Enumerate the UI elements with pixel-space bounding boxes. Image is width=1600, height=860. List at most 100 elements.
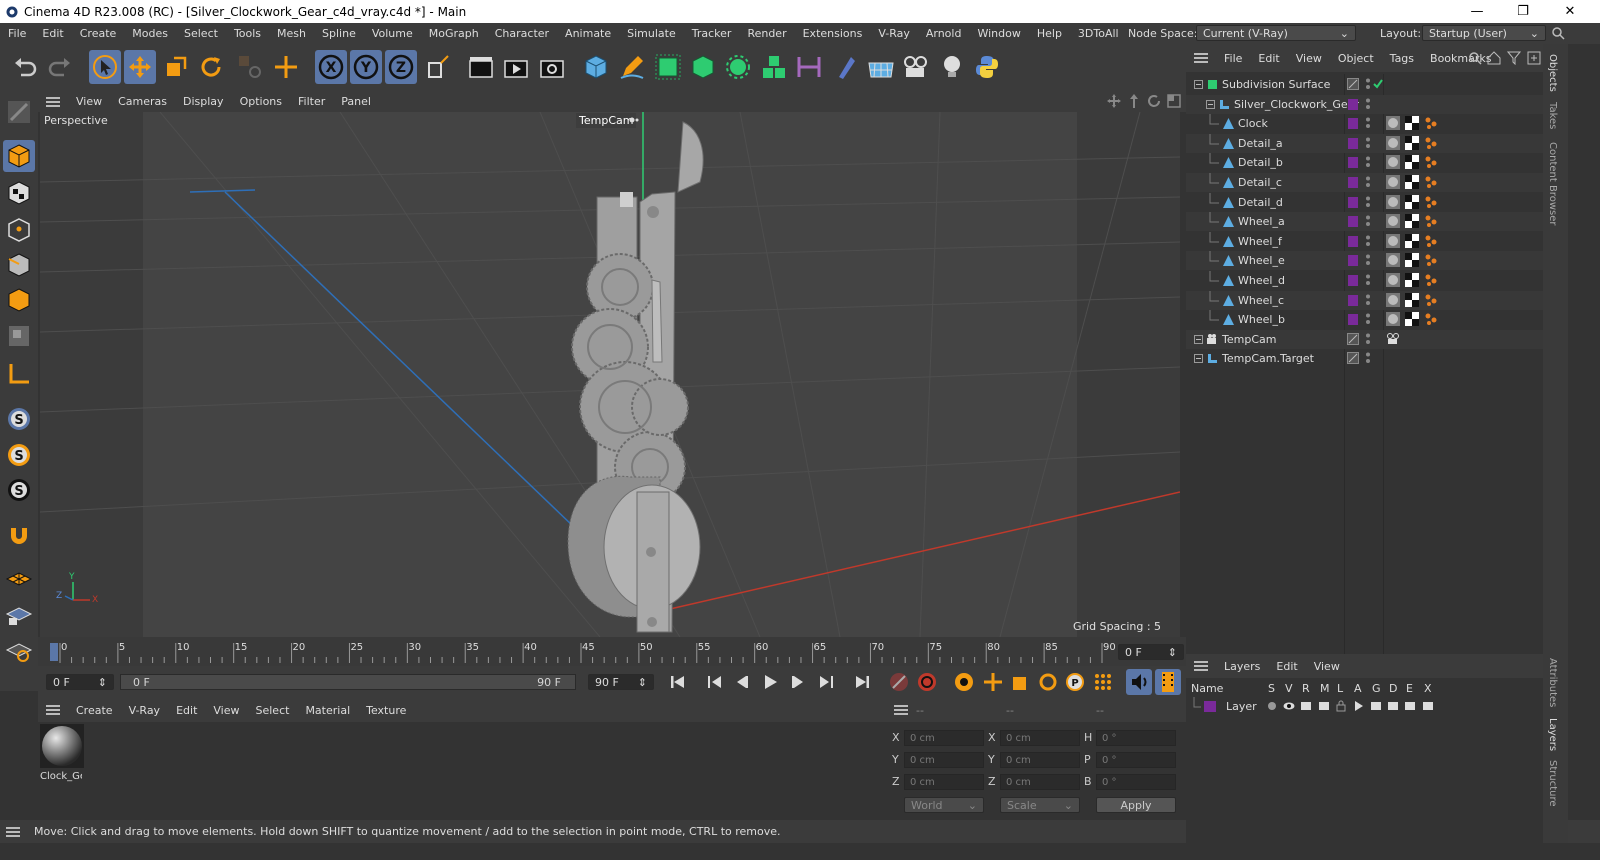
- eye-icon[interactable]: [1283, 700, 1295, 712]
- position-key-button[interactable]: [982, 671, 1004, 693]
- current-frame-field[interactable]: 0 F ⇕: [1118, 644, 1184, 660]
- layer-menu-icon[interactable]: [1194, 661, 1208, 671]
- next-key-button[interactable]: [816, 672, 836, 692]
- render-to-picture-viewer-button[interactable]: [500, 50, 532, 84]
- layer-column-r[interactable]: R: [1302, 682, 1310, 695]
- viewport-menu-display[interactable]: Display: [175, 95, 232, 108]
- phong-tag-icon[interactable]: [1424, 195, 1438, 209]
- deformer-icon[interactable]: [1387, 700, 1399, 712]
- next-frame-button[interactable]: [788, 672, 808, 692]
- menu-mograph[interactable]: MoGraph: [421, 27, 487, 40]
- position-input[interactable]: 0 cm: [904, 730, 984, 746]
- menu-arnold[interactable]: Arnold: [918, 27, 970, 40]
- uv-mode-button[interactable]: [3, 320, 35, 352]
- target-tag-icon[interactable]: [1386, 332, 1400, 345]
- material-tag-icon[interactable]: [1386, 116, 1400, 131]
- phong-tag-icon[interactable]: [1424, 155, 1438, 169]
- edit-enable-icon[interactable]: [1347, 332, 1359, 345]
- object-row-detail-a[interactable]: Detail_a: [1186, 133, 1543, 153]
- object-row-detail-b[interactable]: Detail_b: [1186, 153, 1543, 172]
- visibility-dots-icon[interactable]: [1365, 155, 1371, 169]
- axis-move-button[interactable]: [270, 50, 302, 84]
- material-thumbnail[interactable]: Clock_Gear: [40, 724, 86, 784]
- tab-objects[interactable]: Objects: [1547, 54, 1558, 92]
- search-icon[interactable]: [1551, 26, 1565, 40]
- layer-color-swatch[interactable]: [1348, 177, 1358, 188]
- subdivision-surface-button[interactable]: [652, 50, 684, 84]
- position-input[interactable]: 0 cm: [904, 752, 984, 768]
- material-tag-icon[interactable]: [1386, 214, 1400, 229]
- object-row-wheel-d[interactable]: Wheel_d: [1186, 271, 1543, 290]
- material-menu-select[interactable]: Select: [248, 704, 298, 717]
- object-row-subdivision-surface[interactable]: Subdivision Surface: [1186, 75, 1543, 94]
- visibility-dots-icon[interactable]: [1365, 175, 1371, 189]
- start-frame-field[interactable]: 0 F ⇕: [46, 674, 114, 690]
- timeline-ruler[interactable]: 0 5 10 15 20 25 30 35 40 45 50 55 60 65 70 75 80 85 90 0 F…: [38, 637, 1186, 666]
- object-row-wheel-b[interactable]: Wheel_b: [1186, 310, 1543, 329]
- uvw-tag-icon[interactable]: [1405, 253, 1419, 268]
- layer-column-d[interactable]: D: [1389, 682, 1397, 695]
- visibility-dots-icon[interactable]: [1365, 293, 1371, 307]
- pan-view-icon[interactable]: [1106, 93, 1122, 109]
- object-row-wheel-f[interactable]: Wheel_f: [1186, 231, 1543, 251]
- tab-layers[interactable]: Layers: [1547, 718, 1558, 751]
- coordinate-system-button[interactable]: [422, 50, 454, 84]
- object-menu-view[interactable]: View: [1288, 52, 1330, 65]
- layer-color-swatch[interactable]: [1348, 118, 1358, 130]
- material-menu-create[interactable]: Create: [68, 704, 121, 717]
- layer-column-x[interactable]: X: [1424, 682, 1432, 695]
- rotation-input[interactable]: 0 °: [1096, 752, 1176, 768]
- manager-icon[interactable]: [1318, 700, 1330, 712]
- uvw-tag-icon[interactable]: [1405, 155, 1419, 170]
- visibility-dots-icon[interactable]: [1365, 136, 1371, 150]
- generator-icon[interactable]: [1370, 700, 1382, 712]
- expand-toggle-icon[interactable]: [1194, 334, 1203, 344]
- material-tag-icon[interactable]: [1386, 135, 1400, 150]
- lock-icon[interactable]: [1335, 700, 1347, 712]
- menu-modes[interactable]: Modes: [124, 27, 176, 40]
- axis-mode-button[interactable]: [3, 358, 35, 390]
- object-row-wheel-e[interactable]: Wheel_e: [1186, 251, 1543, 271]
- visibility-dots-icon[interactable]: [1365, 214, 1371, 228]
- phong-tag-icon[interactable]: [1424, 293, 1438, 307]
- phong-tag-icon[interactable]: [1424, 175, 1438, 189]
- layer-color-swatch[interactable]: [1348, 157, 1358, 169]
- layer-row[interactable]: Layer: [1186, 697, 1543, 716]
- uvw-tag-icon[interactable]: [1405, 175, 1419, 189]
- edit-enable-icon[interactable]: [1347, 352, 1359, 365]
- rotation-input[interactable]: 0 °: [1096, 774, 1176, 790]
- layer-column-e[interactable]: E: [1406, 682, 1413, 695]
- apply-button[interactable]: Apply: [1096, 797, 1176, 813]
- material-tag-icon[interactable]: [1386, 233, 1400, 248]
- perspective-viewport[interactable]: Perspective TempCam Grid Spacing : 5 cm …: [40, 112, 1180, 637]
- layer-color-swatch[interactable]: [1348, 294, 1358, 306]
- filter-icon[interactable]: [1507, 51, 1521, 65]
- point-level-animation-button[interactable]: [1092, 671, 1114, 693]
- z-axis-button[interactable]: Z: [385, 50, 417, 84]
- phong-tag-icon[interactable]: [1424, 234, 1438, 248]
- frame-range-slider[interactable]: 0 F 90 F: [120, 674, 576, 690]
- object-row-tempcam-target[interactable]: TempCam.Target: [1186, 349, 1543, 368]
- parameter-key-button[interactable]: P: [1064, 671, 1086, 693]
- go-to-end-button[interactable]: [852, 672, 872, 692]
- edge-mode-button[interactable]: [3, 249, 35, 281]
- solo-button[interactable]: S: [3, 403, 35, 435]
- model-mode-button[interactable]: [3, 140, 35, 172]
- record-active-objects-button[interactable]: [888, 671, 910, 693]
- object-menu-edit[interactable]: Edit: [1250, 52, 1287, 65]
- array-button[interactable]: [758, 50, 790, 84]
- layer-column-l[interactable]: L: [1337, 682, 1343, 695]
- menu-select[interactable]: Select: [176, 27, 226, 40]
- tab-attributes[interactable]: Attributes: [1547, 658, 1558, 707]
- menu-edit[interactable]: Edit: [34, 27, 71, 40]
- material-tag-icon[interactable]: [1386, 292, 1400, 307]
- scale-button[interactable]: [160, 50, 192, 84]
- viewport-menu-filter[interactable]: Filter: [290, 95, 333, 108]
- pen-button[interactable]: [616, 50, 648, 84]
- menu-v-ray[interactable]: V-Ray: [870, 27, 918, 40]
- tab-structure[interactable]: Structure: [1547, 760, 1558, 807]
- menu-animate[interactable]: Animate: [557, 27, 619, 40]
- menu-tracker[interactable]: Tracker: [684, 27, 740, 40]
- field-button[interactable]: [829, 50, 861, 84]
- object-row-clock[interactable]: Clock: [1186, 114, 1543, 133]
